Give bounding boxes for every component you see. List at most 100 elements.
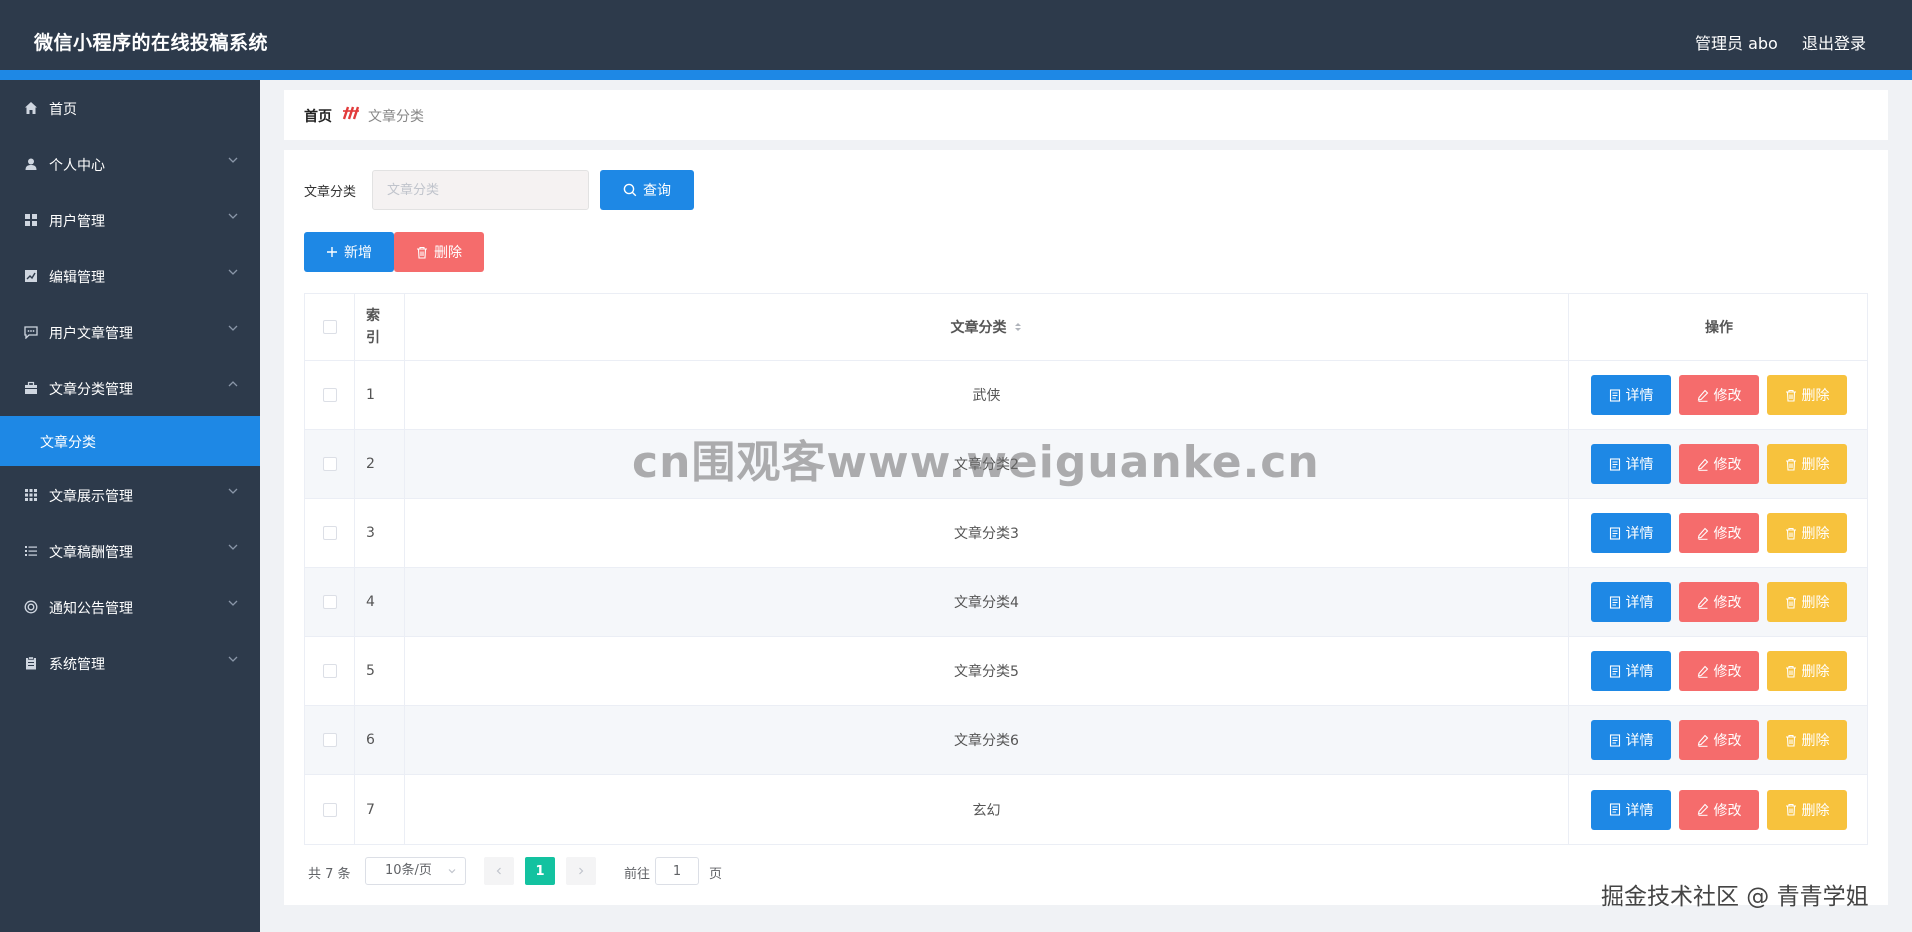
row-checkbox[interactable] [322, 802, 337, 817]
row-checkbox[interactable] [322, 526, 337, 540]
edit-button-label: 修改 [1713, 526, 1742, 542]
detail-button[interactable]: 详情 [1591, 513, 1671, 553]
sidebar-item-personal-center[interactable]: 个人中心 [0, 136, 260, 192]
detail-button[interactable]: 详情 [1591, 375, 1671, 415]
row-index-value: 6 [366, 732, 375, 748]
row-index-value: 2 [366, 456, 375, 472]
trash-icon [1785, 527, 1797, 540]
row-name: 文章分类5 [405, 637, 1569, 705]
sidebar-item-article-display-management[interactable]: 文章展示管理 [0, 467, 260, 523]
next-page-button[interactable] [566, 857, 596, 885]
sidebar-subitem-article-category[interactable]: 文章分类 [0, 416, 260, 466]
detail-button[interactable]: 详情 [1591, 789, 1671, 830]
header-ops-label: 操作 [1705, 320, 1733, 336]
sidebar-item-label: 文章展示管理 [49, 489, 133, 505]
table-header: 索 引 文章分类 操作 [305, 294, 1867, 361]
edit-button[interactable]: 修改 [1679, 375, 1759, 415]
sidebar-item-system-management[interactable]: 系统管理 [0, 635, 260, 691]
detail-button[interactable]: 详情 [1591, 444, 1671, 484]
edit-button-label: 修改 [1713, 388, 1742, 404]
breadcrumb-home[interactable]: 首页 [304, 106, 332, 126]
sidebar-item-editor-management[interactable]: 编辑管理 [0, 248, 260, 304]
chevron-up-icon [228, 381, 238, 387]
row-ops: 详情 修改 删除 [1569, 568, 1869, 636]
edit-button-label: 修改 [1713, 595, 1742, 611]
document-icon [1609, 595, 1621, 609]
page-size-select[interactable]: 10条/页 [365, 857, 466, 885]
sidebar-item-user-management[interactable]: 用户管理 [0, 192, 260, 248]
row-index-value: 4 [366, 594, 375, 610]
sidebar-item-label: 系统管理 [49, 657, 105, 673]
batch-delete-button[interactable]: 删除 [394, 232, 484, 272]
header-name[interactable]: 文章分类 [405, 294, 1569, 360]
pencil-icon [1697, 458, 1709, 471]
chevron-down-icon [228, 213, 238, 219]
sidebar-subitem-label: 文章分类 [40, 435, 96, 451]
delete-button[interactable]: 删除 [1767, 789, 1847, 830]
document-icon [1609, 664, 1621, 678]
sidebar-item-article-category-management[interactable]: 文章分类管理 [0, 360, 260, 416]
row-ops: 详情 修改 删除 [1569, 775, 1869, 844]
page-number-current[interactable]: 1 [525, 857, 555, 885]
add-button[interactable]: 新增 [304, 232, 394, 272]
chat-icon [24, 325, 38, 339]
sidebar-item-home[interactable]: 首页 [0, 80, 260, 136]
page-size-value: 10条/页 [385, 863, 432, 878]
chevron-down-icon [228, 656, 238, 662]
row-checkbox[interactable] [322, 664, 337, 678]
detail-button[interactable]: 详情 [1591, 720, 1671, 760]
chevron-down-icon [228, 488, 238, 494]
sidebar-item-notice-management[interactable]: 通知公告管理 [0, 579, 260, 635]
pagination: 共 7 条 10条/页 1 前往 页 [304, 857, 904, 885]
row-name-value: 文章分类6 [954, 733, 1019, 749]
edit-button-label: 修改 [1713, 664, 1742, 680]
row-checkbox[interactable] [322, 595, 337, 609]
delete-button[interactable]: 删除 [1767, 582, 1847, 622]
circle-icon [24, 600, 38, 614]
detail-button[interactable]: 详情 [1591, 582, 1671, 622]
edit-button[interactable]: 修改 [1679, 444, 1759, 484]
pencil-icon [1697, 734, 1709, 747]
edit-button[interactable]: 修改 [1679, 513, 1759, 553]
sidebar-item-label: 编辑管理 [49, 270, 105, 286]
edit-button[interactable]: 修改 [1679, 582, 1759, 622]
delete-button[interactable]: 删除 [1767, 444, 1847, 484]
row-name-value: 文章分类2 [954, 457, 1019, 473]
edit-button[interactable]: 修改 [1679, 720, 1759, 760]
chevron-left-icon [496, 867, 501, 875]
sidebar-item-label: 用户管理 [49, 214, 105, 230]
row-ops: 详情 修改 删除 [1569, 361, 1869, 429]
logout-link[interactable]: 退出登录 [1802, 30, 1866, 54]
row-index-value: 3 [366, 525, 375, 541]
select-all-checkbox[interactable] [322, 320, 337, 334]
row-ops: 详情 修改 删除 [1569, 499, 1869, 567]
delete-button[interactable]: 删除 [1767, 720, 1847, 760]
delete-button[interactable]: 删除 [1767, 375, 1847, 415]
delete-button[interactable]: 删除 [1767, 651, 1847, 691]
sidebar-item-user-article-management[interactable]: 用户文章管理 [0, 304, 260, 360]
goto-page-input[interactable] [655, 857, 699, 885]
row-checkbox[interactable] [322, 733, 337, 747]
chevron-down-icon [228, 269, 238, 275]
trash-icon [1785, 803, 1797, 816]
row-checkbox[interactable] [322, 388, 337, 402]
edit-button[interactable]: 修改 [1679, 651, 1759, 691]
chevron-right-icon [579, 867, 584, 875]
delete-button[interactable]: 删除 [1767, 513, 1847, 553]
row-checkbox[interactable] [322, 457, 337, 471]
sidebar-item-article-remuneration-management[interactable]: 文章稿酬管理 [0, 523, 260, 579]
search-input[interactable] [372, 170, 589, 210]
sidebar-item-label: 文章分类管理 [49, 382, 133, 398]
content-card: 文章分类 查询 新增 删除 索 引 文章分类 操作 1武侠详情修改删除2文章分类… [284, 150, 1888, 905]
detail-button[interactable]: 详情 [1591, 651, 1671, 691]
sidebar-item-label: 文章稿酬管理 [49, 545, 133, 561]
prev-page-button[interactable] [484, 857, 514, 885]
pencil-icon [1697, 389, 1709, 402]
admin-name: 管理员 abo [1695, 34, 1778, 53]
grid-icon [24, 213, 38, 227]
edit-button[interactable]: 修改 [1679, 789, 1759, 830]
row-index: 3 [355, 499, 405, 567]
header-index: 索 引 [355, 294, 405, 360]
sort-icon[interactable] [1013, 320, 1023, 334]
query-button[interactable]: 查询 [600, 170, 694, 210]
